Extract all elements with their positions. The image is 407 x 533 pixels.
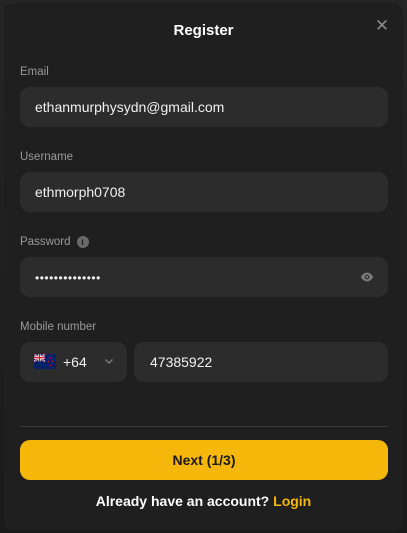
chevron-down-icon xyxy=(105,359,113,364)
password-label-row: Password i xyxy=(20,236,89,248)
username-field[interactable]: ethmorph0708 xyxy=(20,172,388,212)
register-modal: Register ✕ Email ethanmurphysydn@gmail.c… xyxy=(4,3,403,530)
next-button[interactable]: Next (1/3) xyxy=(20,440,388,480)
login-prompt: Already have an account? Login xyxy=(4,493,403,509)
username-label: Username xyxy=(20,151,74,163)
country-code: +64 xyxy=(63,354,87,370)
password-field[interactable]: •••••••••••••• xyxy=(20,257,388,297)
email-field[interactable]: ethanmurphysydn@gmail.com xyxy=(20,87,388,127)
email-label: Email xyxy=(20,66,49,78)
password-label: Password xyxy=(20,236,71,249)
eye-icon[interactable] xyxy=(360,270,374,284)
password-value: •••••••••••••• xyxy=(35,271,101,285)
info-icon[interactable]: i xyxy=(76,236,89,248)
phone-number-field[interactable]: 47385922 xyxy=(134,342,388,382)
divider xyxy=(20,426,388,427)
nz-flag-icon xyxy=(34,354,56,369)
footer-text: Already have an account? xyxy=(95,493,270,509)
close-icon[interactable]: ✕ xyxy=(374,17,390,34)
mobile-label: Mobile number xyxy=(20,321,97,333)
modal-title: Register xyxy=(173,22,234,39)
login-link[interactable]: Login xyxy=(273,493,311,509)
country-code-select[interactable]: +64 xyxy=(20,342,127,382)
